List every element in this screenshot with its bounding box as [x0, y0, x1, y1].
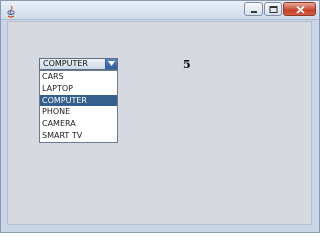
count-label: 5 — [183, 58, 191, 71]
combo-dropdown-list: CARS LAPTOP COMPUTER PHONE CAMERA SMART … — [39, 70, 118, 143]
list-item[interactable]: CARS — [40, 71, 117, 83]
close-icon — [296, 5, 305, 14]
list-item[interactable]: PHONE — [40, 106, 117, 118]
title-bar[interactable] — [1, 1, 319, 20]
list-item[interactable]: LAPTOP — [40, 83, 117, 95]
list-item-selected[interactable]: COMPUTER — [40, 94, 117, 107]
combo-selected-value: COMPUTER — [43, 59, 88, 68]
window-controls — [243, 2, 316, 17]
maximize-icon — [269, 6, 278, 13]
maximize-button[interactable] — [264, 2, 282, 16]
category-combobox[interactable]: COMPUTER — [39, 58, 118, 70]
close-button[interactable] — [283, 2, 316, 16]
content-panel: COMPUTER CARS LAPTOP COMPUTER PHONE CAME… — [7, 21, 312, 225]
list-item[interactable]: CAMERA — [40, 118, 117, 130]
minimize-button[interactable] — [244, 2, 263, 16]
combo-arrow-button[interactable] — [105, 59, 117, 69]
minimize-icon — [251, 11, 257, 13]
list-item[interactable]: SMART TV — [40, 130, 117, 142]
app-window: COMPUTER CARS LAPTOP COMPUTER PHONE CAME… — [0, 0, 320, 233]
java-icon — [5, 3, 17, 18]
chevron-down-icon — [108, 61, 115, 66]
